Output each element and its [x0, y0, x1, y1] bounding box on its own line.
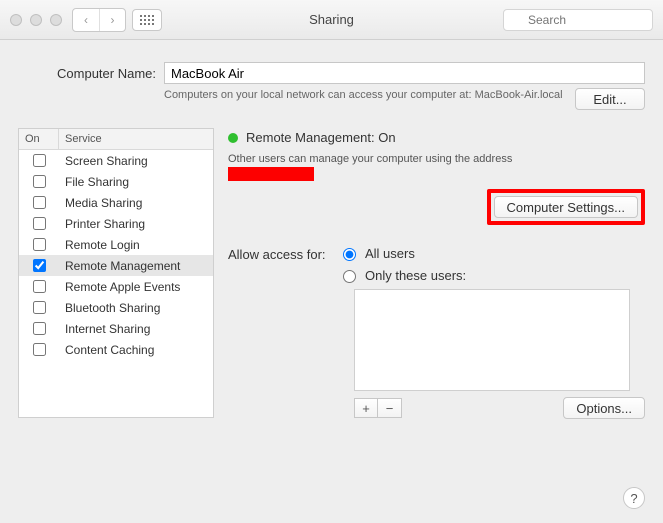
service-checkbox[interactable]: [33, 322, 46, 335]
forward-button[interactable]: ›: [99, 9, 125, 31]
computer-name-sub: Computers on your local network can acce…: [164, 88, 645, 110]
close-window-button[interactable]: [10, 14, 22, 26]
access-label: Allow access for:: [228, 245, 332, 419]
service-checkbox[interactable]: [33, 259, 46, 272]
service-label: Printer Sharing: [59, 217, 213, 231]
service-label: Screen Sharing: [59, 154, 213, 168]
radio-input[interactable]: [343, 270, 356, 283]
minimize-window-button[interactable]: [30, 14, 42, 26]
options-button[interactable]: Options...: [563, 397, 645, 419]
service-row-content-caching[interactable]: Content Caching: [19, 339, 213, 360]
computer-name-input[interactable]: [164, 62, 645, 84]
status-dot-icon: [228, 133, 238, 143]
service-row-printer-sharing[interactable]: Printer Sharing: [19, 213, 213, 234]
service-label: Remote Management: [59, 259, 213, 273]
service-checkbox[interactable]: [33, 238, 46, 251]
radio-input[interactable]: [343, 248, 356, 261]
services-table: On Service Screen Sharing File Sharing M…: [18, 128, 214, 418]
users-listbox[interactable]: [354, 289, 630, 391]
chevron-right-icon: ›: [111, 13, 115, 27]
access-section: Allow access for: All users Only these u…: [228, 245, 645, 419]
column-service[interactable]: Service: [59, 129, 213, 149]
service-checkbox[interactable]: [33, 343, 46, 356]
service-label: Content Caching: [59, 343, 213, 357]
grid-icon: [140, 15, 154, 25]
service-label: Remote Login: [59, 238, 213, 252]
chevron-left-icon: ‹: [84, 13, 88, 27]
service-label: Media Sharing: [59, 196, 213, 210]
radio-label: Only these users:: [365, 268, 466, 283]
status-description: Other users can manage your computer usi…: [228, 153, 645, 165]
computer-name-label: Computer Name:: [46, 66, 156, 81]
service-checkbox[interactable]: [33, 301, 46, 314]
toolbar: ‹ › Sharing: [0, 0, 663, 40]
main-row: On Service Screen Sharing File Sharing M…: [18, 128, 645, 419]
radio-all-users[interactable]: All users: [338, 245, 645, 261]
service-row-remote-apple-events[interactable]: Remote Apple Events: [19, 276, 213, 297]
help-icon: ?: [630, 491, 637, 506]
service-row-internet-sharing[interactable]: Internet Sharing: [19, 318, 213, 339]
computer-settings-button[interactable]: Computer Settings...: [494, 196, 639, 218]
service-label: Internet Sharing: [59, 322, 213, 336]
service-label: Bluetooth Sharing: [59, 301, 213, 315]
services-header: On Service: [19, 129, 213, 150]
service-checkbox[interactable]: [33, 154, 46, 167]
status-row: Remote Management: On: [228, 130, 645, 145]
nav-buttons: ‹ ›: [72, 8, 126, 32]
service-label: Remote Apple Events: [59, 280, 213, 294]
access-radio-group: All users Only these users:: [338, 245, 645, 283]
computer-settings-wrap: Computer Settings...: [228, 189, 645, 225]
service-checkbox[interactable]: [33, 217, 46, 230]
zoom-window-button[interactable]: [50, 14, 62, 26]
plus-icon: +: [362, 401, 370, 416]
content: Computer Name: Computers on your local n…: [0, 40, 663, 523]
service-row-media-sharing[interactable]: Media Sharing: [19, 192, 213, 213]
window-traffic-lights: [10, 14, 62, 26]
add-user-button[interactable]: +: [354, 398, 378, 418]
redacted-address: [228, 167, 314, 181]
status-title: Remote Management: On: [246, 130, 396, 145]
service-row-bluetooth-sharing[interactable]: Bluetooth Sharing: [19, 297, 213, 318]
edit-hostname-button[interactable]: Edit...: [575, 88, 645, 110]
service-label: File Sharing: [59, 175, 213, 189]
service-checkbox[interactable]: [33, 196, 46, 209]
service-checkbox[interactable]: [33, 175, 46, 188]
computer-name-subtext: Computers on your local network can acce…: [164, 88, 563, 103]
service-row-remote-login[interactable]: Remote Login: [19, 234, 213, 255]
service-row-file-sharing[interactable]: File Sharing: [19, 171, 213, 192]
detail-panel: Remote Management: On Other users can ma…: [228, 128, 645, 419]
radio-label: All users: [365, 246, 415, 261]
search-input[interactable]: [503, 9, 653, 31]
column-on[interactable]: On: [19, 129, 59, 149]
show-all-button[interactable]: [132, 9, 162, 31]
remove-user-button[interactable]: −: [378, 398, 402, 418]
minus-icon: −: [386, 401, 394, 416]
highlight-annotation: Computer Settings...: [487, 189, 646, 225]
service-row-remote-management[interactable]: Remote Management: [19, 255, 213, 276]
user-list-controls: + − Options...: [354, 397, 645, 419]
help-button[interactable]: ?: [623, 487, 645, 509]
service-checkbox[interactable]: [33, 280, 46, 293]
search-wrap: [503, 9, 653, 31]
service-row-screen-sharing[interactable]: Screen Sharing: [19, 150, 213, 171]
radio-only-these-users[interactable]: Only these users:: [338, 267, 645, 283]
back-button[interactable]: ‹: [73, 9, 99, 31]
computer-name-row: Computer Name:: [46, 62, 645, 84]
